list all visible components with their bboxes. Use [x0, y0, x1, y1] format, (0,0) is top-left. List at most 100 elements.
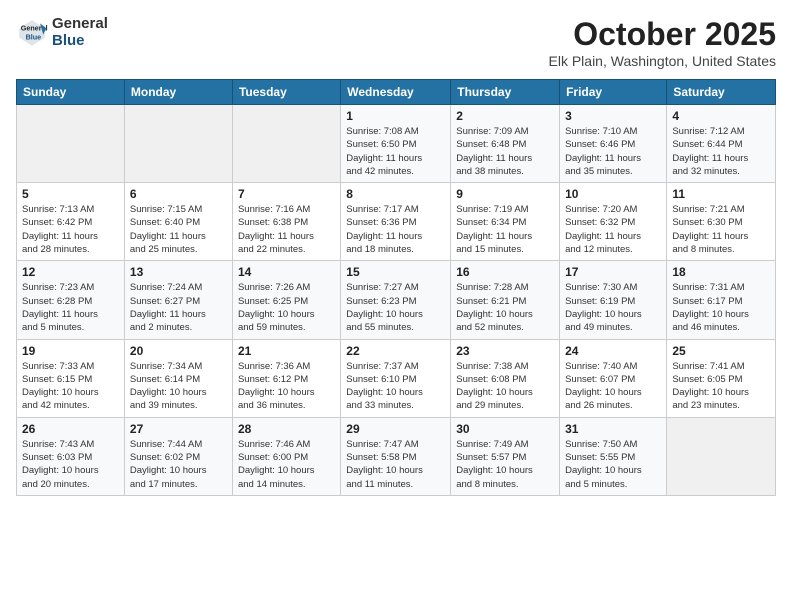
logo-blue-text: Blue	[52, 33, 108, 50]
header-row: SundayMondayTuesdayWednesdayThursdayFrid…	[17, 80, 776, 105]
day-info: Sunrise: 7:33 AMSunset: 6:15 PMDaylight:…	[22, 360, 119, 413]
day-number: 25	[672, 344, 770, 358]
day-number: 8	[346, 187, 445, 201]
day-info: Sunrise: 7:16 AMSunset: 6:38 PMDaylight:…	[238, 203, 335, 256]
day-number: 5	[22, 187, 119, 201]
calendar-header: SundayMondayTuesdayWednesdayThursdayFrid…	[17, 80, 776, 105]
day-number: 6	[130, 187, 227, 201]
header-day: Wednesday	[341, 80, 451, 105]
calendar-cell: 26 Sunrise: 7:43 AMSunset: 6:03 PMDayligh…	[17, 417, 125, 495]
day-number: 23	[456, 344, 554, 358]
calendar-cell: 11 Sunrise: 7:21 AMSunset: 6:30 PMDayligh…	[667, 183, 776, 261]
calendar-week: 19Sunrise: 7:33 AMSunset: 6:15 PMDayligh…	[17, 339, 776, 417]
calendar-cell: 17 Sunrise: 7:30 AMSunset: 6:19 PMDayligh…	[560, 261, 667, 339]
day-number: 22	[346, 344, 445, 358]
calendar-cell: 29 Sunrise: 7:47 AMSunset: 5:58 PMDayligh…	[341, 417, 451, 495]
day-info: Sunrise: 7:20 AMSunset: 6:32 PMDaylight:…	[565, 203, 661, 256]
calendar-cell: 13Sunrise: 7:24 AMSunset: 6:27 PMDayligh…	[124, 261, 232, 339]
month-title: October 2025	[549, 16, 777, 53]
calendar-cell: 12 Sunrise: 7:23 AMSunset: 6:28 PMDayligh…	[17, 261, 125, 339]
logo-text: General Blue	[52, 16, 108, 49]
day-info: Sunrise: 7:09 AMSunset: 6:48 PMDaylight:…	[456, 125, 554, 178]
day-number: 27	[130, 422, 227, 436]
header-day: Tuesday	[232, 80, 340, 105]
day-number: 9	[456, 187, 554, 201]
day-info: Sunrise: 7:17 AMSunset: 6:36 PMDaylight:…	[346, 203, 445, 256]
day-number: 24	[565, 344, 661, 358]
calendar-cell	[124, 105, 232, 183]
day-number: 31	[565, 422, 661, 436]
calendar-cell: 22Sunrise: 7:37 AMSunset: 6:10 PMDayligh…	[341, 339, 451, 417]
day-number: 29	[346, 422, 445, 436]
calendar-cell: 23 Sunrise: 7:38 AMSunset: 6:08 PMDayligh…	[451, 339, 560, 417]
calendar-cell: 8 Sunrise: 7:17 AMSunset: 6:36 PMDaylight…	[341, 183, 451, 261]
header: General Blue General Blue October 2025 E…	[16, 16, 776, 69]
day-info: Sunrise: 7:49 AMSunset: 5:57 PMDaylight:…	[456, 438, 554, 491]
calendar-week: 12 Sunrise: 7:23 AMSunset: 6:28 PMDayligh…	[17, 261, 776, 339]
calendar-cell: 7 Sunrise: 7:16 AMSunset: 6:38 PMDaylight…	[232, 183, 340, 261]
calendar-cell: 18Sunrise: 7:31 AMSunset: 6:17 PMDayligh…	[667, 261, 776, 339]
day-number: 4	[672, 109, 770, 123]
day-info: Sunrise: 7:40 AMSunset: 6:07 PMDaylight:…	[565, 360, 661, 413]
day-number: 17	[565, 265, 661, 279]
day-info: Sunrise: 7:50 AMSunset: 5:55 PMDaylight:…	[565, 438, 661, 491]
calendar-table: SundayMondayTuesdayWednesdayThursdayFrid…	[16, 79, 776, 496]
day-number: 15	[346, 265, 445, 279]
day-info: Sunrise: 7:31 AMSunset: 6:17 PMDaylight:…	[672, 281, 770, 334]
day-info: Sunrise: 7:08 AMSunset: 6:50 PMDaylight:…	[346, 125, 445, 178]
calendar-cell: 9 Sunrise: 7:19 AMSunset: 6:34 PMDaylight…	[451, 183, 560, 261]
header-day: Sunday	[17, 80, 125, 105]
day-info: Sunrise: 7:28 AMSunset: 6:21 PMDaylight:…	[456, 281, 554, 334]
calendar-week: 5Sunrise: 7:13 AMSunset: 6:42 PMDaylight…	[17, 183, 776, 261]
day-number: 30	[456, 422, 554, 436]
logo: General Blue General Blue	[16, 16, 108, 49]
day-info: Sunrise: 7:43 AMSunset: 6:03 PMDaylight:…	[22, 438, 119, 491]
day-number: 26	[22, 422, 119, 436]
day-info: Sunrise: 7:15 AMSunset: 6:40 PMDaylight:…	[130, 203, 227, 256]
day-info: Sunrise: 7:44 AMSunset: 6:02 PMDaylight:…	[130, 438, 227, 491]
calendar-cell	[667, 417, 776, 495]
day-info: Sunrise: 7:47 AMSunset: 5:58 PMDaylight:…	[346, 438, 445, 491]
calendar-cell: 2 Sunrise: 7:09 AMSunset: 6:48 PMDaylight…	[451, 105, 560, 183]
calendar-cell: 16 Sunrise: 7:28 AMSunset: 6:21 PMDayligh…	[451, 261, 560, 339]
day-info: Sunrise: 7:38 AMSunset: 6:08 PMDaylight:…	[456, 360, 554, 413]
day-info: Sunrise: 7:10 AMSunset: 6:46 PMDaylight:…	[565, 125, 661, 178]
day-number: 11	[672, 187, 770, 201]
day-number: 20	[130, 344, 227, 358]
day-info: Sunrise: 7:30 AMSunset: 6:19 PMDaylight:…	[565, 281, 661, 334]
day-info: Sunrise: 7:24 AMSunset: 6:27 PMDaylight:…	[130, 281, 227, 334]
calendar-cell: 6 Sunrise: 7:15 AMSunset: 6:40 PMDaylight…	[124, 183, 232, 261]
calendar-cell: 3 Sunrise: 7:10 AMSunset: 6:46 PMDaylight…	[560, 105, 667, 183]
day-number: 21	[238, 344, 335, 358]
calendar-body: 1 Sunrise: 7:08 AMSunset: 6:50 PMDaylight…	[17, 105, 776, 496]
day-info: Sunrise: 7:34 AMSunset: 6:14 PMDaylight:…	[130, 360, 227, 413]
day-number: 14	[238, 265, 335, 279]
day-info: Sunrise: 7:46 AMSunset: 6:00 PMDaylight:…	[238, 438, 335, 491]
logo-general-text: General	[52, 16, 108, 33]
logo-icon: General Blue	[16, 17, 48, 49]
day-number: 7	[238, 187, 335, 201]
calendar-cell: 25 Sunrise: 7:41 AMSunset: 6:05 PMDayligh…	[667, 339, 776, 417]
day-info: Sunrise: 7:23 AMSunset: 6:28 PMDaylight:…	[22, 281, 119, 334]
day-number: 2	[456, 109, 554, 123]
calendar-cell: 27 Sunrise: 7:44 AMSunset: 6:02 PMDayligh…	[124, 417, 232, 495]
header-day: Saturday	[667, 80, 776, 105]
title-block: October 2025 Elk Plain, Washington, Unit…	[549, 16, 777, 69]
day-number: 3	[565, 109, 661, 123]
calendar-cell: 14Sunrise: 7:26 AMSunset: 6:25 PMDayligh…	[232, 261, 340, 339]
calendar-cell: 30 Sunrise: 7:49 AMSunset: 5:57 PMDayligh…	[451, 417, 560, 495]
header-day: Monday	[124, 80, 232, 105]
day-number: 1	[346, 109, 445, 123]
header-day: Friday	[560, 80, 667, 105]
calendar-cell: 28Sunrise: 7:46 AMSunset: 6:00 PMDayligh…	[232, 417, 340, 495]
day-number: 16	[456, 265, 554, 279]
day-number: 10	[565, 187, 661, 201]
calendar-cell: 19Sunrise: 7:33 AMSunset: 6:15 PMDayligh…	[17, 339, 125, 417]
day-info: Sunrise: 7:19 AMSunset: 6:34 PMDaylight:…	[456, 203, 554, 256]
day-info: Sunrise: 7:41 AMSunset: 6:05 PMDaylight:…	[672, 360, 770, 413]
calendar-week: 26 Sunrise: 7:43 AMSunset: 6:03 PMDayligh…	[17, 417, 776, 495]
day-number: 12	[22, 265, 119, 279]
calendar-cell: 20 Sunrise: 7:34 AMSunset: 6:14 PMDayligh…	[124, 339, 232, 417]
day-info: Sunrise: 7:21 AMSunset: 6:30 PMDaylight:…	[672, 203, 770, 256]
day-info: Sunrise: 7:36 AMSunset: 6:12 PMDaylight:…	[238, 360, 335, 413]
